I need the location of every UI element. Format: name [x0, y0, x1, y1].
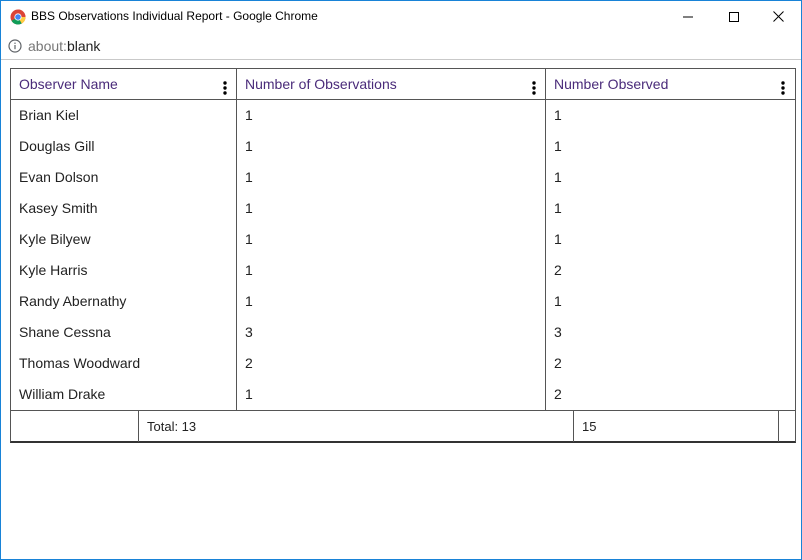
title-bar[interactable]: BBS Observations Individual Report - Goo… — [1, 1, 801, 32]
address-bar[interactable]: about:blank — [1, 32, 801, 60]
cell-observer-name: Thomas Woodward — [19, 355, 141, 371]
cell-observer-name: Douglas Gill — [19, 138, 95, 154]
cell-number-of-observations: 3 — [245, 324, 253, 340]
maximize-button[interactable] — [711, 1, 757, 32]
cell-number-observed: 1 — [554, 107, 562, 123]
cell-observer-name: Brian Kiel — [19, 107, 79, 123]
cell-number-observed: 2 — [554, 386, 562, 402]
table-row[interactable]: Kyle Harris 1 2 — [11, 255, 795, 286]
url-text[interactable]: about:blank — [28, 38, 100, 54]
footer-spacer-cell — [11, 411, 139, 442]
cell-number-observed: 1 — [554, 231, 562, 247]
column-header-number-observed[interactable]: Number Observed — [546, 69, 795, 99]
maximize-icon — [729, 9, 739, 25]
chrome-icon — [10, 9, 26, 25]
cell-observer-name: Shane Cessna — [19, 324, 111, 340]
cell-number-observed: 2 — [554, 355, 562, 371]
column-header-number-of-observations[interactable]: Number of Observations — [237, 69, 546, 99]
table-row[interactable]: Douglas Gill 1 1 — [11, 131, 795, 162]
footer-total-observed: 15 — [574, 411, 779, 442]
table-row[interactable]: William Drake 1 2 — [11, 379, 795, 410]
table-row[interactable]: Randy Abernathy 1 1 — [11, 286, 795, 317]
table-row[interactable]: Brian Kiel 1 1 — [11, 100, 795, 131]
cell-observer-name: William Drake — [19, 386, 106, 402]
cell-number-of-observations: 1 — [245, 200, 253, 216]
table-row[interactable]: Kasey Smith 1 1 — [11, 193, 795, 224]
grid-footer: Total: 13 15 — [11, 410, 795, 442]
table-row[interactable]: Kyle Bilyew 1 1 — [11, 224, 795, 255]
window-title: BBS Observations Individual Report - Goo… — [31, 9, 318, 23]
footer-spacer-cell — [779, 411, 795, 442]
cell-observer-name: Randy Abernathy — [19, 293, 127, 309]
cell-number-observed: 2 — [554, 262, 562, 278]
grid-header: Observer Name Number of Observations Num… — [11, 69, 795, 100]
table-row[interactable]: Thomas Woodward 2 2 — [11, 348, 795, 379]
column-header-label: Number of Observations — [245, 76, 397, 92]
column-header-observer-name[interactable]: Observer Name — [11, 69, 237, 99]
column-header-label: Observer Name — [19, 76, 118, 92]
kebab-menu-icon[interactable] — [780, 76, 786, 95]
kebab-menu-icon[interactable] — [531, 76, 537, 95]
cell-number-of-observations: 1 — [245, 107, 253, 123]
table-row[interactable]: Shane Cessna 3 3 — [11, 317, 795, 348]
cell-number-observed: 3 — [554, 324, 562, 340]
close-button[interactable] — [755, 1, 801, 32]
cell-number-observed: 1 — [554, 293, 562, 309]
cell-observer-name: Kyle Bilyew — [19, 231, 91, 247]
cell-number-observed: 1 — [554, 200, 562, 216]
close-icon — [772, 9, 784, 25]
cell-number-of-observations: 1 — [245, 169, 253, 185]
cell-number-of-observations: 1 — [245, 293, 253, 309]
cell-number-of-observations: 1 — [245, 138, 253, 154]
footer-total-observations: Total: 13 — [139, 411, 574, 442]
info-icon[interactable] — [8, 39, 22, 53]
grid-body: Brian Kiel 1 1 Douglas Gill 1 1 Evan Dol… — [11, 100, 795, 410]
report-grid: Observer Name Number of Observations Num… — [10, 68, 796, 443]
minimize-icon — [683, 9, 693, 25]
cell-observer-name: Evan Dolson — [19, 169, 99, 185]
column-header-label: Number Observed — [554, 76, 669, 92]
table-row[interactable]: Evan Dolson 1 1 — [11, 162, 795, 193]
url-path: blank — [66, 38, 101, 54]
cell-number-observed: 1 — [554, 169, 562, 185]
cell-observer-name: Kasey Smith — [19, 200, 98, 216]
kebab-menu-icon[interactable] — [222, 76, 228, 95]
cell-number-observed: 1 — [554, 138, 562, 154]
minimize-button[interactable] — [665, 1, 711, 32]
cell-number-of-observations: 1 — [245, 386, 253, 402]
browser-window: BBS Observations Individual Report - Goo… — [0, 0, 802, 560]
cell-number-of-observations: 1 — [245, 262, 253, 278]
url-scheme: about: — [28, 38, 67, 54]
cell-observer-name: Kyle Harris — [19, 262, 88, 278]
cell-number-of-observations: 1 — [245, 231, 253, 247]
cell-number-of-observations: 2 — [245, 355, 253, 371]
